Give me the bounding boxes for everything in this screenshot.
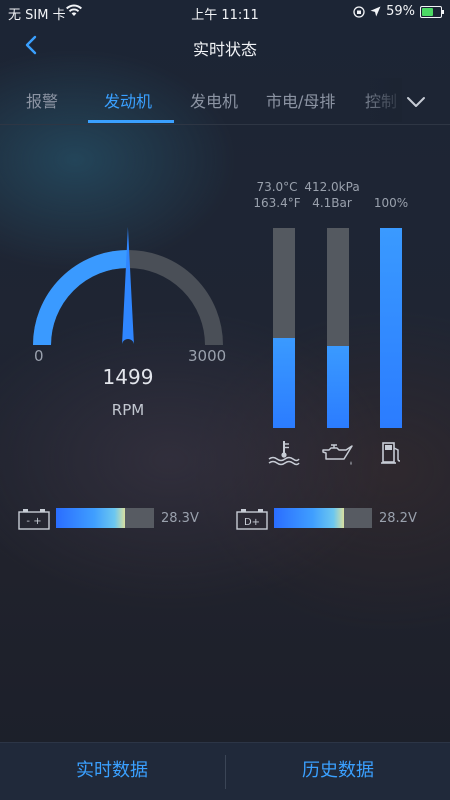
- coolant-temperature-icon: [268, 441, 300, 466]
- charger-voltage-value: 28.2V: [379, 511, 417, 526]
- gauge-value-arc: [33, 250, 129, 346]
- fuel-level-percent: 100%: [373, 196, 409, 210]
- gauge-needle: [121, 227, 134, 346]
- page-title: 实时状态: [192, 40, 257, 59]
- battery-percent: 59%: [386, 4, 415, 19]
- active-tab-indicator: [88, 120, 174, 123]
- coolant-temp-fahrenheit: 163.4°F: [253, 196, 301, 210]
- oil-pressure-kpa: 412.0kPa: [304, 180, 360, 194]
- tab-alarm[interactable]: 报警: [26, 88, 58, 112]
- battery-icon: - +: [18, 509, 50, 530]
- history-data-button[interactable]: 历史数据: [226, 743, 450, 800]
- battery-voltage-bar-fill: [56, 508, 125, 528]
- tab-mains-busbar[interactable]: 市电/母排: [266, 88, 335, 112]
- oil-can-icon: [322, 444, 353, 465]
- coolant-temp-celsius: 73.0°C: [256, 180, 298, 194]
- rpm-gauge: [33, 227, 223, 346]
- orientation-lock-icon: [353, 5, 365, 18]
- tab-overflow-fade: [356, 78, 402, 122]
- bottom-bar: 实时数据 历史数据: [0, 742, 450, 800]
- realtime-data-button[interactable]: 实时数据: [0, 743, 224, 800]
- coolant-temp-bar: [273, 228, 295, 428]
- battery-icon: [420, 5, 444, 18]
- tab-bar: 报警 发动机 发电机 市电/母排 控制: [0, 78, 450, 125]
- fuel-pump-icon: [381, 442, 401, 464]
- chevron-down-icon[interactable]: [404, 92, 428, 112]
- gauge-max-label: 3000: [188, 347, 227, 365]
- gauge-min-label: 0: [34, 347, 44, 365]
- rpm-value: 1499: [102, 365, 154, 389]
- charger-voltage-bar-fill: [274, 508, 344, 528]
- location-arrow-icon: [370, 6, 381, 17]
- coolant-temp-label: 73.0°C 163.4°F: [250, 179, 304, 211]
- battery-voltage-bar: [56, 508, 154, 528]
- oil-pressure-bar: [327, 228, 349, 428]
- d-plus-icon-text: D+: [244, 517, 260, 528]
- oil-pressure-bar-fill: [327, 346, 349, 428]
- oil-pressure-bar: 4.1Bar: [312, 196, 352, 210]
- charger-voltage-bar: [274, 508, 372, 528]
- coolant-temp-bar-fill: [273, 338, 295, 428]
- battery-icon-text: - +: [26, 516, 41, 527]
- tab-generator[interactable]: 发电机: [190, 88, 238, 112]
- d-plus-icon: D+: [236, 509, 268, 530]
- battery-voltage-value: 28.3V: [161, 511, 199, 526]
- rpm-unit: RPM: [111, 401, 145, 419]
- tab-engine[interactable]: 发动机: [104, 88, 152, 112]
- oil-pressure-label: 412.0kPa 4.1Bar: [300, 179, 364, 211]
- status-bar: 无 SIM 卡 上午 11:11 59%: [0, 0, 450, 24]
- fuel-level-bar: [380, 228, 402, 428]
- fuel-level-bar-fill: [380, 228, 402, 428]
- fuel-level-label: 100%: [366, 195, 416, 211]
